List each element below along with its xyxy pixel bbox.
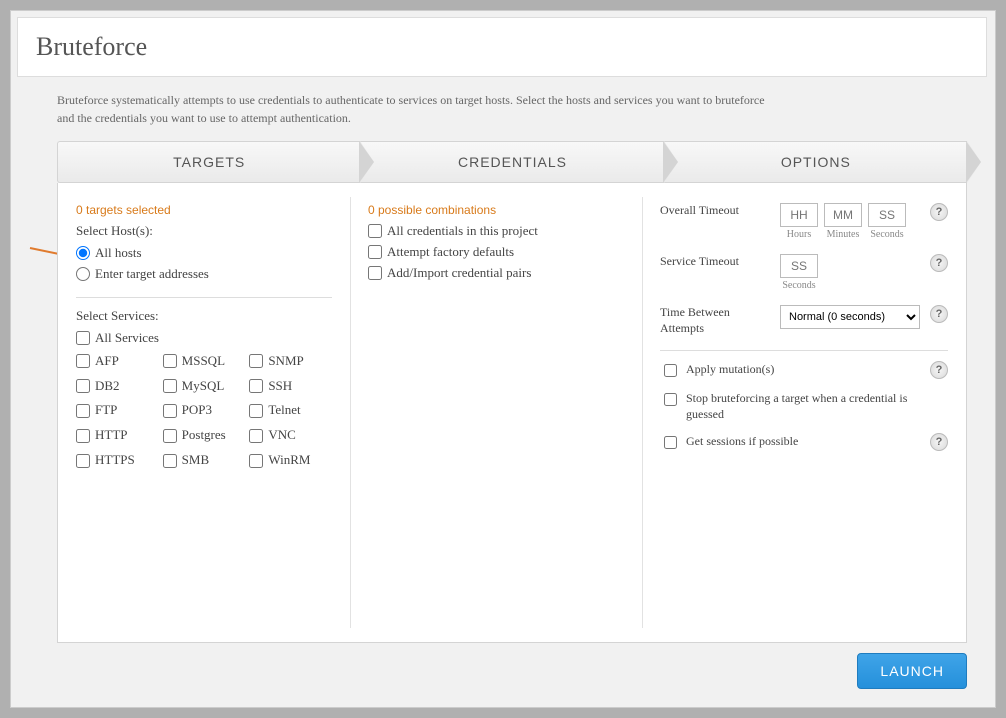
help-icon[interactable]: ? bbox=[930, 361, 948, 379]
checkbox-all-credentials[interactable]: All credentials in this project bbox=[368, 223, 624, 240]
step-bar: TARGETS CREDENTIALS OPTIONS bbox=[57, 141, 967, 183]
divider bbox=[76, 297, 332, 298]
checkbox-all-services[interactable]: All Services bbox=[76, 330, 332, 347]
overall-mm-input[interactable] bbox=[824, 203, 862, 227]
checkbox-service-afp[interactable]: AFP bbox=[76, 353, 159, 370]
checkbox-stop-on-guess[interactable]: Stop bruteforcing a target when a creden… bbox=[660, 390, 948, 422]
overall-timeout-row: Overall Timeout Hours Minutes Seconds ? bbox=[660, 203, 948, 240]
targets-status: 0 targets selected bbox=[76, 203, 332, 217]
step-credentials[interactable]: CREDENTIALS bbox=[360, 141, 663, 183]
checkbox-factory-defaults[interactable]: Attempt factory defaults bbox=[368, 244, 624, 261]
targets-panel: 0 targets selected Select Host(s): All h… bbox=[58, 183, 350, 642]
checkbox-service-db2[interactable]: DB2 bbox=[76, 378, 159, 395]
checkbox-service-ftp[interactable]: FTP bbox=[76, 402, 159, 419]
checkbox-service-pop3[interactable]: POP3 bbox=[163, 402, 246, 419]
launch-button[interactable]: LAUNCH bbox=[857, 653, 967, 689]
credentials-panel: 0 possible combinations All credentials … bbox=[350, 183, 642, 642]
radio-enter-addresses[interactable]: Enter target addresses bbox=[76, 266, 332, 283]
checkbox-apply-mutations[interactable]: Apply mutation(s) ? bbox=[660, 361, 948, 380]
checkbox-service-mssql[interactable]: MSSQL bbox=[163, 353, 246, 370]
step-options[interactable]: OPTIONS bbox=[664, 141, 967, 183]
checkbox-service-smb[interactable]: SMB bbox=[163, 452, 246, 469]
select-services-label: Select Services: bbox=[76, 308, 332, 324]
overall-hh-input[interactable] bbox=[780, 203, 818, 227]
checkbox-service-ssh[interactable]: SSH bbox=[249, 378, 332, 395]
checkbox-service-mysql[interactable]: MySQL bbox=[163, 378, 246, 395]
time-between-row: Time Between Attempts Normal (0 seconds)… bbox=[660, 305, 948, 336]
radio-all-hosts[interactable]: All hosts bbox=[76, 245, 332, 262]
checkbox-service-winrm[interactable]: WinRM bbox=[249, 452, 332, 469]
checkbox-import-pairs[interactable]: Add/Import credential pairs bbox=[368, 265, 624, 282]
checkbox-service-https[interactable]: HTTPS bbox=[76, 452, 159, 469]
help-icon[interactable]: ? bbox=[930, 203, 948, 221]
help-icon[interactable]: ? bbox=[930, 305, 948, 323]
time-between-select[interactable]: Normal (0 seconds) bbox=[780, 305, 920, 329]
page-title: Bruteforce bbox=[36, 32, 968, 62]
checkbox-service-vnc[interactable]: VNC bbox=[249, 427, 332, 444]
divider bbox=[660, 350, 948, 351]
service-timeout-row: Service Timeout Seconds ? bbox=[660, 254, 948, 291]
checkbox-service-postgres[interactable]: Postgres bbox=[163, 427, 246, 444]
checkbox-service-telnet[interactable]: Telnet bbox=[249, 402, 332, 419]
help-icon[interactable]: ? bbox=[930, 254, 948, 272]
checkbox-get-sessions[interactable]: Get sessions if possible ? bbox=[660, 433, 948, 452]
overall-ss-input[interactable] bbox=[868, 203, 906, 227]
credentials-status: 0 possible combinations bbox=[368, 203, 624, 217]
options-panel: Overall Timeout Hours Minutes Seconds ? … bbox=[642, 183, 966, 642]
checkbox-service-http[interactable]: HTTP bbox=[76, 427, 159, 444]
select-hosts-label: Select Host(s): bbox=[76, 223, 332, 239]
wizard: TARGETS CREDENTIALS OPTIONS 0 targets se… bbox=[57, 141, 967, 643]
service-ss-input[interactable] bbox=[780, 254, 818, 278]
help-icon[interactable]: ? bbox=[930, 433, 948, 451]
services-grid: AFPMSSQLSNMP DB2MySQLSSH FTPPOP3Telnet HTTP… bbox=[76, 351, 332, 471]
description-text: Bruteforce systematically attempts to us… bbox=[57, 91, 777, 127]
checkbox-service-snmp[interactable]: SNMP bbox=[249, 353, 332, 370]
step-targets[interactable]: TARGETS bbox=[57, 141, 360, 183]
title-card: Bruteforce bbox=[17, 17, 987, 77]
